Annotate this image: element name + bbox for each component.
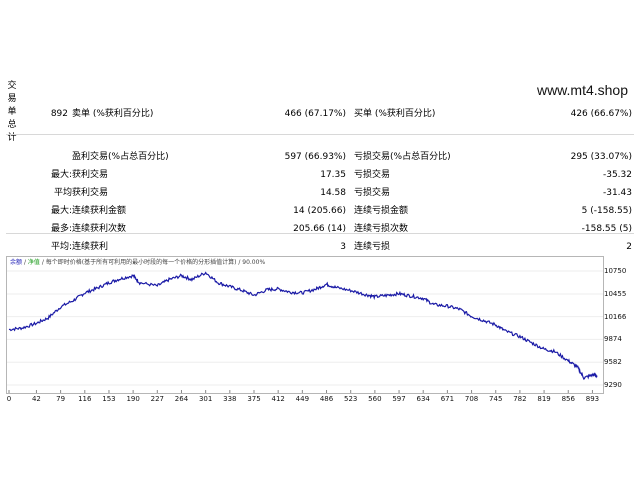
row-prefix: 平均:	[50, 242, 72, 252]
row-label-right: 连续亏损金额	[354, 206, 409, 216]
x-tick-label: 264	[174, 395, 189, 403]
row-value-left: 14 (205.66)	[293, 206, 346, 216]
row-value-left: 14.58	[320, 188, 346, 198]
chart-frame: 余额 / 净值 / 每个即时价格(基于所有可利用的最小时段的每一个价格的分形插值…	[6, 256, 604, 394]
y-tick-label: 9874	[604, 335, 622, 344]
row-label-left: 获利交易	[72, 188, 109, 198]
row-total: 892	[50, 109, 68, 119]
row-value-left: 205.66 (14)	[293, 224, 346, 234]
x-tick-label: 893	[585, 395, 600, 403]
x-tick-label: 782	[513, 395, 527, 403]
row-label-left: 连续获利金额	[72, 206, 127, 216]
chart-plot	[7, 270, 603, 393]
balance-chart: 余额 / 净值 / 每个即时价格(基于所有可利用的最小时段的每一个价格的分形插值…	[6, 256, 634, 408]
x-tick-label: 708	[464, 395, 479, 403]
x-tick-label: 301	[198, 395, 213, 403]
row-prefix: 最大:	[50, 206, 72, 216]
row-value-left: 597 (66.93%)	[284, 152, 346, 162]
row-value-right: 295 (33.07%)	[570, 152, 632, 162]
x-tick-label: 116	[78, 395, 92, 403]
row-prefix: 最大:	[50, 170, 72, 180]
row-label-left: 获利交易	[72, 170, 109, 180]
row-value-right: 2	[626, 242, 632, 252]
y-tick-label: 10455	[604, 290, 627, 299]
row-prefix: 平均	[53, 188, 72, 198]
row-value-left: 466 (67.17%)	[284, 109, 346, 119]
row-label-right: 买单 (%获利百分比)	[354, 109, 436, 119]
x-tick-label: 79	[56, 395, 66, 403]
stats-row: 892 卖单 (%获利百分比) 466 (67.17%) 买单 (%获利百分比) 426…	[0, 107, 640, 121]
x-tick-label: 486	[319, 395, 334, 403]
x-tick-label: 634	[416, 395, 430, 403]
x-tick-label: 856	[561, 395, 575, 403]
y-tick-label: 9582	[604, 358, 622, 367]
row-label-left: 盈利交易(%占总百分比)	[72, 152, 169, 162]
x-tick-label: 153	[102, 395, 116, 403]
row-label-left: 连续获利	[72, 242, 109, 252]
x-tick-label: 560	[368, 395, 382, 403]
row-value-left: 3	[340, 242, 346, 252]
balance-line	[8, 271, 598, 381]
x-tick-label: 227	[150, 395, 164, 403]
y-tick-label: 10750	[604, 267, 627, 275]
row-label-right: 连续亏损	[354, 242, 391, 252]
x-tick-label: 0	[6, 395, 12, 403]
site-watermark: www.mt4.shop	[536, 82, 628, 98]
x-tick-label: 190	[126, 395, 140, 403]
stats-row: 最多: 连续获利次数 205.66 (14) 连续亏损次数 -158.55 (5)	[0, 222, 640, 236]
y-tick-label: 9290	[604, 381, 622, 389]
row-value-right: 5 (-158.55)	[581, 206, 632, 216]
row-value-right: -35.32	[602, 170, 632, 180]
row-value-left: 17.35	[320, 170, 346, 180]
x-tick-label: 745	[489, 395, 503, 403]
x-tick-label: 523	[344, 395, 358, 403]
stats-row: 平均: 连续获利 3 连续亏损 2	[0, 240, 640, 254]
x-tick-label: 819	[537, 395, 551, 403]
row-label-left: 连续获利次数	[72, 224, 127, 234]
x-tick-label: 42	[31, 395, 41, 403]
x-tick-label: 597	[392, 395, 406, 403]
x-tick-label: 449	[295, 395, 310, 403]
x-tick-label: 671	[440, 395, 455, 403]
x-tick-label: 412	[271, 395, 285, 403]
stats-row: 盈利交易(%占总百分比) 597 (66.93%) 亏损交易(%占总百分比) 295 …	[0, 150, 640, 164]
row-label-right: 亏损交易(%占总百分比)	[354, 152, 451, 162]
row-label-left: 卖单 (%获利百分比)	[72, 109, 154, 119]
side-label-char: 易	[7, 94, 17, 104]
y-tick-label: 10166	[604, 312, 627, 321]
row-value-right: 426 (66.67%)	[570, 109, 632, 119]
side-label-char: 交	[7, 81, 17, 91]
x-tick-label: 338	[223, 395, 237, 403]
row-prefix: 最多:	[50, 224, 72, 234]
stats-row: 最大: 连续获利金额 14 (205.66) 连续亏损金额 5 (-158.55)	[0, 204, 640, 218]
row-separator	[6, 134, 634, 135]
row-label-right: 亏损交易	[354, 188, 391, 198]
row-label-right: 连续亏损次数	[354, 224, 409, 234]
row-label-right: 亏损交易	[354, 170, 391, 180]
stats-row: 最大: 获利交易 17.35 亏损交易 -35.32	[0, 168, 640, 182]
row-value-right: -158.55 (5)	[581, 224, 632, 234]
row-value-right: -31.43	[602, 188, 632, 198]
stats-row: 平均 获利交易 14.58 亏损交易 -31.43	[0, 186, 640, 200]
x-tick-label: 375	[247, 395, 261, 403]
